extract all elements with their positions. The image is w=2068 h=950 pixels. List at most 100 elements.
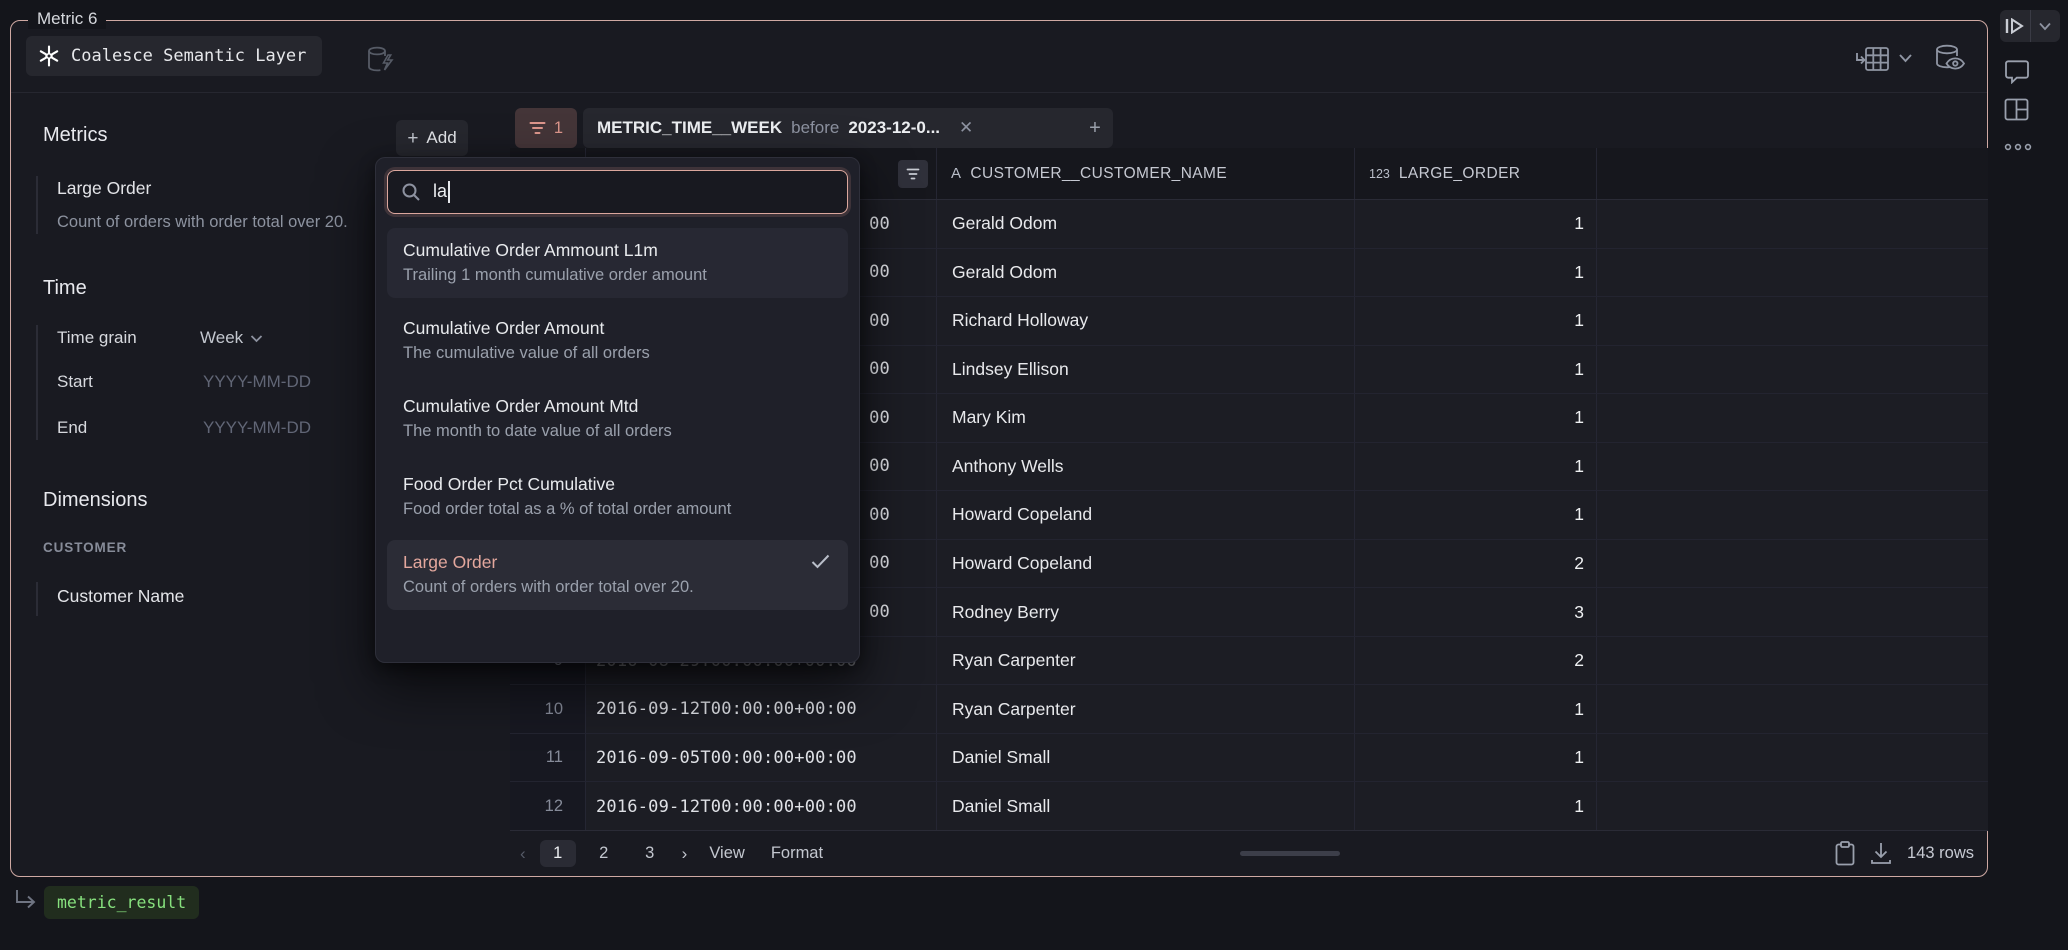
cell-empty	[1597, 200, 1988, 248]
page-button[interactable]: 3	[632, 840, 668, 867]
run-cell-button[interactable]	[2000, 18, 2030, 34]
column-filter-indicator-button[interactable]	[898, 160, 928, 188]
metric-option[interactable]: Cumulative Order Amount The cumulative v…	[387, 306, 848, 376]
cell-customer-name: Howard Copeland	[937, 491, 1355, 539]
cell-empty	[1597, 734, 1988, 782]
column-header-label: LARGE_ORDER	[1399, 165, 1521, 183]
filter-icon	[529, 121, 546, 135]
metric-option[interactable]: Large Order Count of orders with order t…	[387, 540, 848, 610]
chevron-down-icon[interactable]	[1898, 52, 1913, 64]
cell-empty	[1597, 394, 1988, 442]
semantic-layer-source-chip[interactable]: Coalesce Semantic Layer	[26, 36, 322, 76]
cell-empty	[1597, 297, 1988, 345]
indent-guide	[36, 176, 38, 234]
layout-panels-icon[interactable]	[2004, 98, 2029, 121]
cell-customer-name: Gerald Odom	[937, 249, 1355, 297]
database-lightning-icon[interactable]	[366, 45, 394, 75]
filter-chip[interactable]: METRIC_TIME__WEEK before 2023-12-0... ✕	[583, 108, 1093, 148]
cell-large-order: 1	[1355, 443, 1597, 491]
row-number: 12	[510, 782, 586, 831]
cell-empty	[1597, 685, 1988, 733]
horizontal-scrollbar[interactable]	[1240, 851, 1340, 856]
metric-option-description: Trailing 1 month cumulative order amount	[403, 262, 832, 288]
cell-customer-name: Howard Copeland	[937, 540, 1355, 588]
cell-customer-name: Anthony Wells	[937, 443, 1355, 491]
time-section-title: Time	[43, 277, 87, 300]
previous-page-icon[interactable]: ‹	[520, 844, 526, 864]
add-filter-button[interactable]: +	[1077, 108, 1113, 148]
source-chip-label: Coalesce Semantic Layer	[71, 46, 306, 66]
cell-metric-time: 2016-09-05T00:00:00+00:00	[586, 734, 937, 782]
cell-title: Metric 6	[28, 9, 106, 29]
filter-operator: before	[791, 118, 839, 138]
view-menu[interactable]: View	[709, 844, 744, 863]
format-menu[interactable]: Format	[771, 844, 823, 863]
text-caret	[448, 181, 450, 203]
cell-customer-name: Daniel Small	[937, 782, 1355, 831]
output-variable-chip[interactable]: metric_result	[44, 886, 199, 919]
next-page-icon[interactable]: ›	[682, 844, 688, 864]
metric-option-description: Count of orders with order total over 20…	[403, 574, 832, 600]
cell-large-order: 1	[1355, 297, 1597, 345]
column-header-large-order[interactable]: 123 LARGE_ORDER	[1355, 148, 1597, 199]
cell-empty	[1597, 346, 1988, 394]
cell-large-order: 1	[1355, 782, 1597, 831]
table-row[interactable]: 11 2016-09-05T00:00:00+00:00 Daniel Smal…	[510, 734, 1988, 783]
cell-customer-name: Ryan Carpenter	[937, 637, 1355, 685]
selected-metric-name[interactable]: Large Order	[57, 178, 151, 199]
cell-metric-time: 2016-09-12T00:00:00+00:00	[586, 685, 937, 733]
database-preview-icon[interactable]	[1934, 44, 1966, 72]
metric-option[interactable]: Cumulative Order Amount Mtd The month to…	[387, 384, 848, 454]
cell-empty	[1597, 588, 1988, 636]
number-type-icon: 123	[1369, 167, 1390, 181]
indent-guide	[36, 582, 38, 616]
plus-icon: +	[1089, 117, 1101, 140]
search-value: la	[433, 181, 447, 201]
start-label: Start	[57, 372, 93, 392]
more-options-icon[interactable]	[2004, 143, 2032, 151]
column-header-customer-name[interactable]: A CUSTOMER__CUSTOMER_NAME	[937, 148, 1355, 199]
metric-option-description: The cumulative value of all orders	[403, 340, 832, 366]
end-label: End	[57, 418, 87, 438]
metrics-section-title: Metrics	[43, 124, 107, 147]
filter-count-chip[interactable]: 1	[515, 108, 577, 148]
text-type-icon: A	[951, 165, 961, 182]
page-button[interactable]: 1	[540, 840, 576, 867]
download-icon[interactable]	[1870, 842, 1892, 865]
indent-guide	[36, 325, 38, 440]
chevron-down-icon	[250, 334, 263, 343]
insert-table-icon[interactable]	[1856, 46, 1890, 72]
check-icon	[811, 554, 830, 569]
cell-large-order: 1	[1355, 249, 1597, 297]
cell-empty	[1597, 540, 1988, 588]
copy-to-clipboard-icon[interactable]	[1835, 841, 1855, 866]
comment-icon[interactable]	[2004, 60, 2030, 84]
metric-option-title: Cumulative Order Ammount L1m	[403, 238, 832, 262]
start-date-input[interactable]: YYYY-MM-DD	[203, 372, 311, 392]
end-date-input[interactable]: YYYY-MM-DD	[203, 418, 311, 438]
add-metric-button[interactable]: + Add	[396, 120, 468, 156]
metric-option-title: Food Order Pct Cumulative	[403, 472, 832, 496]
metric-option-description: Food order total as a % of total order a…	[403, 496, 832, 522]
metric-option[interactable]: Cumulative Order Ammount L1m Trailing 1 …	[387, 228, 848, 298]
run-options-chevron-icon[interactable]	[2031, 22, 2061, 31]
table-row[interactable]: 10 2016-09-12T00:00:00+00:00 Ryan Carpen…	[510, 685, 1988, 734]
snowflake-icon	[38, 45, 60, 67]
metric-options-list: Cumulative Order Ammount L1m Trailing 1 …	[387, 228, 848, 610]
cell-large-order: 3	[1355, 588, 1597, 636]
search-input[interactable]: la	[387, 170, 848, 214]
metric-option-title: Cumulative Order Amount	[403, 316, 832, 340]
cell-large-order: 2	[1355, 540, 1597, 588]
metric-option[interactable]: Food Order Pct Cumulative Food order tot…	[387, 462, 848, 532]
dimension-item-customer-name[interactable]: Customer Name	[57, 586, 184, 607]
page-button[interactable]: 2	[586, 840, 622, 867]
time-grain-select[interactable]: Week	[200, 328, 263, 348]
table-row[interactable]: 12 2016-09-12T00:00:00+00:00 Daniel Smal…	[510, 782, 1988, 831]
row-number: 10	[510, 685, 586, 733]
column-header-label: CUSTOMER__CUSTOMER_NAME	[970, 165, 1227, 183]
remove-filter-icon[interactable]: ✕	[959, 118, 973, 138]
cell-empty	[1597, 637, 1988, 685]
cell-empty	[1597, 782, 1988, 831]
row-count: 143 rows	[1907, 844, 1974, 863]
filter-count: 1	[554, 119, 563, 138]
